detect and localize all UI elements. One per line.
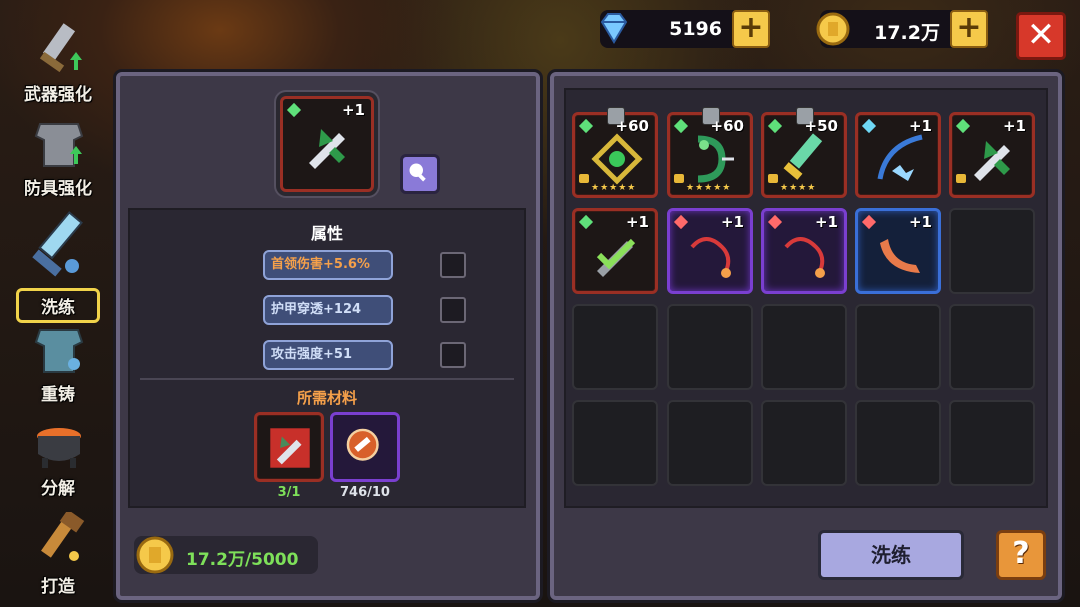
attributes-title: 属性 (310, 224, 343, 243)
nav-item-forge[interactable]: 打造 (8, 510, 108, 602)
diamond-counter: 5196 + (600, 10, 770, 48)
nav-label: 防具强化 (24, 179, 92, 199)
nav-label: 打造 (41, 577, 75, 597)
inventory-slot[interactable]: +1 (855, 112, 941, 198)
inventory-slot[interactable]: +50 ★★★★ (761, 107, 847, 198)
star-rating: ★★★★ (780, 183, 817, 193)
material-count: 3/1 (277, 485, 301, 500)
rarity-gem-icon (286, 102, 302, 118)
gold-counter: 17.2万 + (816, 10, 988, 48)
serpent-bow-icon (697, 135, 734, 183)
lock-icon (674, 174, 684, 183)
nav-label: 武器强化 (24, 85, 92, 105)
close-button[interactable]: ✕ (1016, 12, 1066, 60)
diamond-icon (600, 13, 628, 44)
forge-hammer-icon (41, 512, 85, 561)
inventory-slot[interactable]: +1 (667, 208, 753, 294)
jade-sword-icon (783, 133, 823, 180)
inventory-slot[interactable]: +60 ★★★★★ (667, 107, 753, 198)
inspect-button[interactable] (400, 154, 440, 194)
lock-checkbox[interactable] (440, 252, 466, 278)
nav-item-refine[interactable]: 洗练 (8, 211, 108, 323)
gold-value: 17.2万 (874, 22, 940, 44)
inventory-slot-empty[interactable] (761, 304, 847, 390)
inventory-slot[interactable]: +1 (572, 208, 658, 294)
armor-upgrade-icon (34, 123, 84, 167)
inventory-slot-empty[interactable] (949, 304, 1035, 390)
inventory-slot-empty[interactable] (572, 304, 658, 390)
diamond-value: 5196 (669, 18, 722, 40)
nav-item-weapon-upgrade[interactable]: 武器强化 (8, 18, 108, 110)
inventory-slot-empty[interactable] (667, 304, 753, 390)
material-slot[interactable] (254, 412, 324, 482)
inventory-slot[interactable]: +1 (949, 112, 1035, 198)
cost-value: 17.2万/5000 (186, 550, 299, 570)
nav-item-decompose[interactable]: 分解 (8, 412, 108, 504)
refine-stone-icon (346, 428, 379, 461)
inventory-slot-empty[interactable] (855, 304, 941, 390)
checked-crossbow-icon (596, 238, 636, 277)
nav-label: 重铸 (41, 385, 75, 405)
gold-coin-icon (816, 12, 850, 46)
inventory-slot-empty[interactable] (855, 400, 941, 486)
lock-checkbox[interactable] (440, 297, 466, 323)
green-crossbow-icon (309, 129, 345, 169)
cost-display: 17.2万/5000 (134, 536, 318, 574)
green-crossbow-icon (974, 141, 1010, 181)
attribute-attack-power: 攻击强度+51 (263, 340, 393, 370)
add-diamond-button[interactable]: + (732, 10, 770, 48)
nav-label: 分解 (41, 479, 75, 499)
reforge-armor-icon (34, 329, 84, 373)
materials-title: 所需材料 (296, 389, 357, 407)
refine-button[interactable]: 洗练 (818, 530, 964, 580)
cauldron-icon (37, 428, 81, 468)
inventory-slot[interactable]: +1 (855, 208, 941, 294)
selected-item-slot[interactable]: +1 (280, 96, 374, 192)
crossbow-material-icon (270, 428, 310, 468)
lock-checkbox[interactable] (440, 342, 466, 368)
refine-sword-icon (32, 211, 83, 277)
nav-item-reforge[interactable]: 重铸 (8, 318, 108, 410)
material-count: 746/10 (340, 485, 390, 500)
boomerang-icon (880, 239, 920, 273)
inventory-slot-empty[interactable] (949, 400, 1035, 486)
red-whip-icon (690, 237, 731, 278)
inventory-slot-empty[interactable] (572, 400, 658, 486)
lock-icon (579, 174, 589, 183)
lock-icon (768, 174, 778, 183)
magnifier-icon (409, 163, 426, 182)
material-slot[interactable] (330, 412, 400, 482)
red-whip-icon (784, 237, 825, 278)
inventory-slot-empty[interactable] (761, 400, 847, 486)
star-rating: ★★★★★ (591, 183, 637, 193)
item-level: +1 (341, 101, 365, 119)
inventory-slot-empty[interactable] (949, 208, 1035, 294)
ice-bow-icon (877, 134, 923, 181)
attribute-armor-penetration: 护甲穿透+124 (263, 295, 393, 325)
star-rating: ★★★★★ (686, 183, 732, 193)
inventory-slot-empty[interactable] (667, 400, 753, 486)
add-gold-button[interactable]: + (950, 10, 988, 48)
inventory-slot[interactable]: +60 ★★★★★ (572, 107, 658, 198)
gold-coin-icon (136, 536, 174, 574)
inventory-slot[interactable]: +1 (761, 208, 847, 294)
divider (140, 378, 514, 380)
nav-item-armor-upgrade[interactable]: 防具强化 (8, 112, 108, 204)
sword-upgrade-icon (39, 23, 82, 73)
side-nav: 武器强化 防具强化 洗练 重铸 分解 打造 (0, 0, 115, 607)
gold-ring-icon (591, 133, 643, 185)
help-button[interactable]: ? (996, 530, 1046, 580)
attribute-boss-damage: 首领伤害+5.6% (263, 250, 393, 280)
lock-icon (956, 174, 966, 183)
